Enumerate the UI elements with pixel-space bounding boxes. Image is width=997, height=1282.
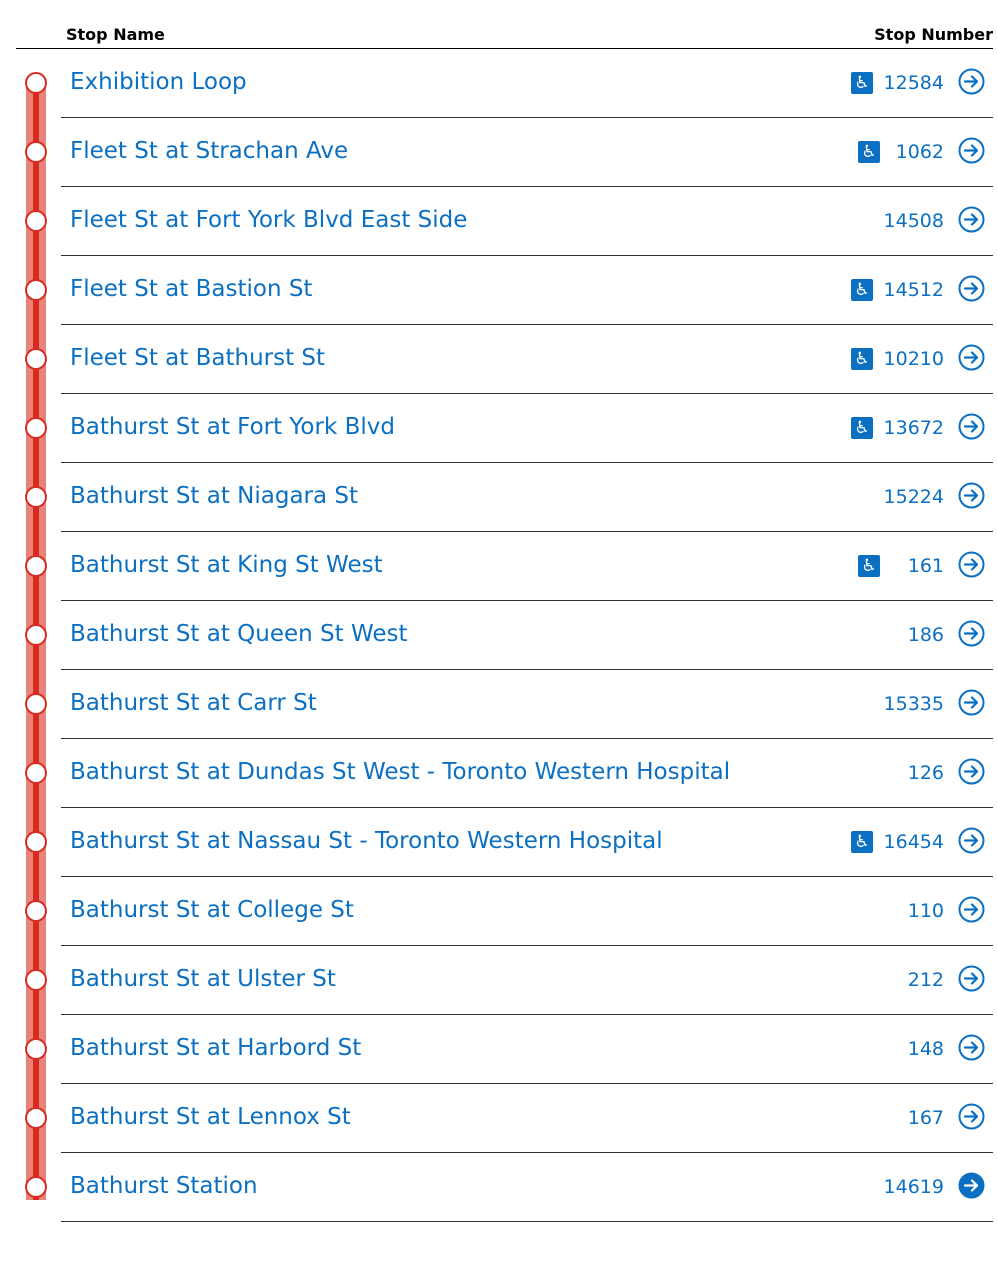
stop-row: Bathurst St at Fort York Blvd 13672 ♿ <box>0 394 997 463</box>
stop-row: Fleet St at Bathurst St 10210 ♿ <box>0 325 997 394</box>
stop-number: 126 <box>907 762 944 784</box>
stop-name-header: Stop Name <box>66 25 165 44</box>
stop-row: Bathurst St at Nassau St - Toronto Weste… <box>0 808 997 877</box>
stop-name-link[interactable]: Bathurst St at King St West <box>70 552 383 578</box>
arrow-right-circle-icon[interactable] <box>958 344 985 371</box>
stop-marker-icon <box>25 279 47 301</box>
stop-number: 15335 <box>883 693 944 715</box>
stop-row: Bathurst St at Carr St 15335 <box>0 670 997 739</box>
stop-row: Bathurst St at Lennox St 167 <box>0 1084 997 1153</box>
stop-number: 14512 <box>883 279 944 301</box>
stop-marker-icon <box>25 141 47 163</box>
stop-marker-icon <box>25 1038 47 1060</box>
stop-row: Bathurst St at Queen St West 186 <box>0 601 997 670</box>
stop-name-link[interactable]: Fleet St at Strachan Ave <box>70 138 348 164</box>
wheelchair-accessible-icon: ♿ <box>851 72 873 94</box>
stop-number: 110 <box>907 900 944 922</box>
stop-marker-icon <box>25 555 47 577</box>
stop-name-link[interactable]: Exhibition Loop <box>70 69 247 95</box>
stop-row: Bathurst St at Ulster St 212 <box>0 946 997 1015</box>
arrow-right-circle-icon[interactable] <box>958 137 985 164</box>
arrow-right-circle-icon[interactable] <box>958 689 985 716</box>
wheelchair-accessible-icon: ♿ <box>851 348 873 370</box>
stop-name-link[interactable]: Fleet St at Bastion St <box>70 276 312 302</box>
stop-number: 15224 <box>883 486 944 508</box>
stop-number: 14508 <box>883 210 944 232</box>
stop-list: Exhibition Loop 12584 ♿ Fleet St at Stracha… <box>0 49 997 1222</box>
table-header: Stop Name Stop Number <box>16 22 993 49</box>
arrow-right-circle-icon[interactable] <box>958 896 985 923</box>
stop-name-link[interactable]: Bathurst Station <box>70 1173 258 1199</box>
arrow-right-circle-icon[interactable] <box>958 827 985 854</box>
stop-marker-icon <box>25 1176 47 1198</box>
stop-marker-icon <box>25 969 47 991</box>
stop-number: 161 <box>907 555 944 577</box>
stop-name-link[interactable]: Bathurst St at Niagara St <box>70 483 358 509</box>
stop-number: 1062 <box>895 141 944 163</box>
arrow-right-circle-icon[interactable] <box>958 413 985 440</box>
arrow-right-circle-icon[interactable] <box>958 1103 985 1130</box>
stop-marker-icon <box>25 417 47 439</box>
wheelchair-accessible-icon: ♿ <box>858 555 880 577</box>
stop-marker-icon <box>25 348 47 370</box>
stop-name-link[interactable]: Bathurst St at Fort York Blvd <box>70 414 395 440</box>
arrow-right-circle-icon[interactable] <box>958 68 985 95</box>
stop-name-link[interactable]: Bathurst St at Lennox St <box>70 1104 351 1130</box>
stop-number: 186 <box>907 624 944 646</box>
stop-name-link[interactable]: Bathurst St at Queen St West <box>70 621 408 647</box>
stop-number: 148 <box>907 1038 944 1060</box>
stop-name-link[interactable]: Bathurst St at College St <box>70 897 354 923</box>
stop-marker-icon <box>25 831 47 853</box>
stop-row: Bathurst St at College St 110 <box>0 877 997 946</box>
arrow-right-circle-icon[interactable] <box>958 1034 985 1061</box>
stop-name-link[interactable]: Bathurst St at Nassau St - Toronto Weste… <box>70 828 663 854</box>
arrow-right-circle-icon[interactable] <box>958 1172 985 1199</box>
stop-marker-icon <box>25 486 47 508</box>
stop-marker-icon <box>25 624 47 646</box>
wheelchair-accessible-icon: ♿ <box>858 141 880 163</box>
stop-row: Bathurst St at Harbord St 148 <box>0 1015 997 1084</box>
arrow-right-circle-icon[interactable] <box>958 275 985 302</box>
stop-row: Bathurst St at King St West 161 ♿ <box>0 532 997 601</box>
stop-number: 12584 <box>883 72 944 94</box>
wheelchair-accessible-icon: ♿ <box>851 417 873 439</box>
stop-marker-icon <box>25 1107 47 1129</box>
stop-row: Bathurst Station 14619 <box>0 1153 997 1222</box>
arrow-right-circle-icon[interactable] <box>958 620 985 647</box>
stop-marker-icon <box>25 693 47 715</box>
stop-number: 212 <box>907 969 944 991</box>
arrow-right-circle-icon[interactable] <box>958 206 985 233</box>
stop-number: 14619 <box>883 1176 944 1198</box>
stop-name-link[interactable]: Bathurst St at Carr St <box>70 690 317 716</box>
stop-name-link[interactable]: Bathurst St at Ulster St <box>70 966 336 992</box>
stop-number: 10210 <box>883 348 944 370</box>
stop-number-header: Stop Number <box>874 25 993 44</box>
stop-row: Bathurst St at Dundas St West - Toronto … <box>0 739 997 808</box>
stop-marker-icon <box>25 72 47 94</box>
stop-name-link[interactable]: Fleet St at Fort York Blvd East Side <box>70 207 467 233</box>
stop-row: Fleet St at Fort York Blvd East Side 1450… <box>0 187 997 256</box>
row-divider <box>61 1221 993 1222</box>
stop-marker-icon <box>25 900 47 922</box>
stop-number: 167 <box>907 1107 944 1129</box>
stop-name-link[interactable]: Fleet St at Bathurst St <box>70 345 325 371</box>
wheelchair-accessible-icon: ♿ <box>851 279 873 301</box>
stop-marker-icon <box>25 210 47 232</box>
wheelchair-accessible-icon: ♿ <box>851 831 873 853</box>
stop-row: Exhibition Loop 12584 ♿ <box>0 49 997 118</box>
arrow-right-circle-icon[interactable] <box>958 758 985 785</box>
arrow-right-circle-icon[interactable] <box>958 965 985 992</box>
stop-marker-icon <box>25 762 47 784</box>
arrow-right-circle-icon[interactable] <box>958 482 985 509</box>
stop-name-link[interactable]: Bathurst St at Dundas St West - Toronto … <box>70 759 730 785</box>
stop-name-link[interactable]: Bathurst St at Harbord St <box>70 1035 361 1061</box>
stop-number: 13672 <box>883 417 944 439</box>
stop-row: Fleet St at Strachan Ave 1062 ♿ <box>0 118 997 187</box>
stop-number: 16454 <box>883 831 944 853</box>
stop-row: Fleet St at Bastion St 14512 ♿ <box>0 256 997 325</box>
arrow-right-circle-icon[interactable] <box>958 551 985 578</box>
stop-row: Bathurst St at Niagara St 15224 <box>0 463 997 532</box>
